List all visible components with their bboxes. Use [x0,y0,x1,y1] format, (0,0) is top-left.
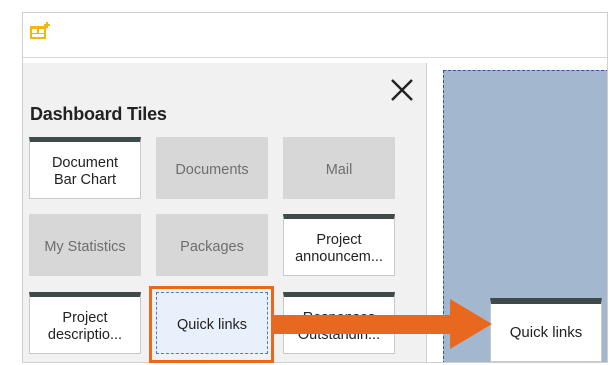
tile-label: Project [62,310,108,326]
tile-label: Outstandin... [297,327,381,343]
tile-responses-outstanding[interactable]: Responses Outstandin... [283,292,395,354]
add-tile-icon[interactable] [29,21,51,41]
tile-label: Packages [180,238,244,255]
tile-project-announcements[interactable]: Project announcem... [283,214,395,276]
tile-project-description[interactable]: Project descriptio... [29,292,141,354]
toolbar [23,13,607,58]
close-icon[interactable] [388,76,416,104]
tile-packages[interactable]: Packages [156,214,268,276]
tile-label: Project [316,232,362,248]
tile-label: My Statistics [44,238,126,255]
tile-label: Mail [325,161,353,178]
tile-label: Responses [302,310,376,326]
drag-source-highlight [149,286,274,363]
tile-document-bar-chart[interactable]: Document Bar Chart [29,137,141,199]
tile-label: descriptio... [47,327,123,343]
tile-mail[interactable]: Mail [283,137,395,199]
tile-label: Documents [175,161,249,178]
tile-label: Bar Chart [53,172,117,188]
tile-label: announcem... [295,249,383,265]
tile-documents[interactable]: Documents [156,137,268,199]
dropped-tile-quick-links[interactable]: Quick links [490,298,602,362]
tile-my-statistics[interactable]: My Statistics [29,214,141,276]
tile-label: Document [51,155,119,171]
tile-label: Quick links [509,324,583,341]
panel-title: Dashboard Tiles [30,104,167,124]
